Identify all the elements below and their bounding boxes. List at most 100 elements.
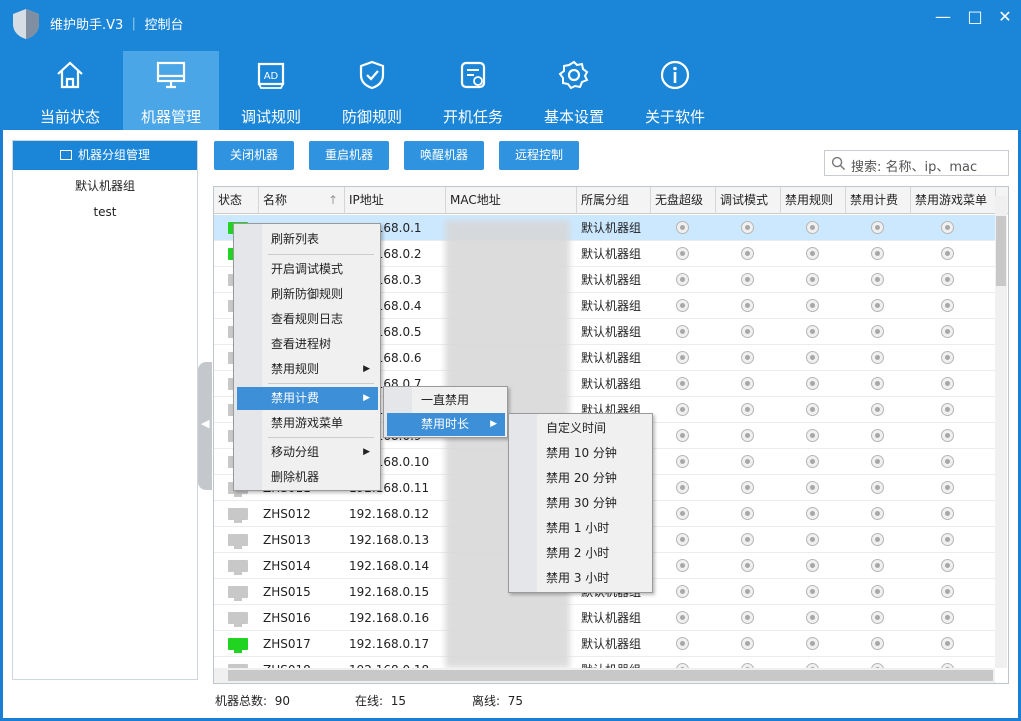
panel-collapse-handle[interactable]: ◀ — [198, 362, 212, 490]
radio-toggle[interactable] — [941, 325, 954, 338]
radio-toggle[interactable] — [941, 299, 954, 312]
radio-toggle[interactable] — [871, 585, 884, 598]
radio-toggle[interactable] — [871, 325, 884, 338]
radio-toggle[interactable] — [941, 533, 954, 546]
radio-toggle[interactable] — [741, 559, 754, 572]
vertical-scrollbar[interactable] — [995, 196, 1007, 668]
radio-toggle[interactable] — [676, 273, 689, 286]
tab-machine-management[interactable]: 机器管理 — [123, 51, 219, 130]
radio-toggle[interactable] — [741, 351, 754, 364]
radio-toggle[interactable] — [806, 429, 819, 442]
menu-disable-2h[interactable]: 禁用 2 小时 — [512, 542, 650, 565]
wake-button[interactable]: 唤醒机器 — [404, 141, 484, 170]
col-header-diskless[interactable]: 无盘超级 — [651, 187, 716, 214]
menu-delete-machine[interactable]: 删除机器 — [237, 466, 378, 489]
minimize-button[interactable]: — — [930, 6, 956, 28]
col-header-ip[interactable]: IP地址 — [345, 187, 446, 214]
menu-refresh-defense[interactable]: 刷新防御规则 — [237, 283, 378, 306]
radio-toggle[interactable] — [871, 429, 884, 442]
radio-toggle[interactable] — [741, 481, 754, 494]
shutdown-button[interactable]: 关闭机器 — [214, 141, 294, 170]
radio-toggle[interactable] — [941, 637, 954, 650]
radio-toggle[interactable] — [806, 221, 819, 234]
radio-toggle[interactable] — [676, 351, 689, 364]
radio-toggle[interactable] — [941, 273, 954, 286]
radio-toggle[interactable] — [941, 247, 954, 260]
radio-toggle[interactable] — [676, 221, 689, 234]
menu-disable-10min[interactable]: 禁用 10 分钟 — [512, 442, 650, 465]
radio-toggle[interactable] — [941, 585, 954, 598]
menu-disable-3h[interactable]: 禁用 3 小时 — [512, 567, 650, 590]
radio-toggle[interactable] — [676, 299, 689, 312]
radio-toggle[interactable] — [676, 507, 689, 520]
radio-toggle[interactable] — [941, 351, 954, 364]
radio-toggle[interactable] — [676, 403, 689, 416]
radio-toggle[interactable] — [806, 455, 819, 468]
radio-toggle[interactable] — [941, 611, 954, 624]
radio-toggle[interactable] — [871, 377, 884, 390]
radio-toggle[interactable] — [741, 325, 754, 338]
radio-toggle[interactable] — [871, 247, 884, 260]
radio-toggle[interactable] — [741, 507, 754, 520]
radio-toggle[interactable] — [871, 611, 884, 624]
radio-toggle[interactable] — [741, 533, 754, 546]
radio-toggle[interactable] — [941, 455, 954, 468]
radio-toggle[interactable] — [741, 637, 754, 650]
radio-toggle[interactable] — [941, 377, 954, 390]
radio-toggle[interactable] — [941, 507, 954, 520]
tab-about[interactable]: 关于软件 — [627, 51, 723, 130]
menu-disable-20min[interactable]: 禁用 20 分钟 — [512, 467, 650, 490]
menu-disable-1h[interactable]: 禁用 1 小时 — [512, 517, 650, 540]
radio-toggle[interactable] — [741, 247, 754, 260]
col-header-disable-game-menu[interactable]: 禁用游戏菜单 — [911, 187, 996, 214]
radio-toggle[interactable] — [871, 559, 884, 572]
radio-toggle[interactable] — [806, 377, 819, 390]
col-header-debug[interactable]: 调试模式 — [716, 187, 781, 214]
radio-toggle[interactable] — [806, 299, 819, 312]
radio-toggle[interactable] — [741, 611, 754, 624]
col-header-disable-rules[interactable]: 禁用规则 — [781, 187, 846, 214]
radio-toggle[interactable] — [806, 585, 819, 598]
scroll-thumb[interactable] — [996, 216, 1006, 286]
radio-toggle[interactable] — [941, 559, 954, 572]
radio-toggle[interactable] — [676, 533, 689, 546]
restart-button[interactable]: 重启机器 — [309, 141, 389, 170]
menu-disable-30min[interactable]: 禁用 30 分钟 — [512, 492, 650, 515]
radio-toggle[interactable] — [806, 637, 819, 650]
radio-toggle[interactable] — [871, 481, 884, 494]
radio-toggle[interactable] — [941, 403, 954, 416]
tab-boot-tasks[interactable]: 开机任务 — [425, 51, 521, 130]
scroll-thumb[interactable] — [228, 670, 993, 681]
search-input[interactable]: 搜索: 名称、ip、mac — [824, 150, 1009, 176]
remote-control-button[interactable]: 远程控制 — [499, 141, 579, 170]
radio-toggle[interactable] — [871, 351, 884, 364]
table-row[interactable]: ZHS016 192.168.0.16 默认机器组 — [214, 605, 996, 631]
col-header-group[interactable]: 所属分组 — [577, 187, 651, 214]
radio-toggle[interactable] — [741, 403, 754, 416]
menu-view-process-tree[interactable]: 查看进程树 — [237, 333, 378, 356]
radio-toggle[interactable] — [676, 325, 689, 338]
radio-toggle[interactable] — [741, 455, 754, 468]
col-header-mac[interactable]: MAC地址 — [446, 187, 577, 214]
close-button[interactable]: ✕ — [992, 6, 1018, 28]
tab-debug-rules[interactable]: AD 调试规则 — [223, 51, 319, 130]
group-item-test[interactable]: test — [13, 196, 197, 228]
col-header-disable-billing[interactable]: 禁用计费 — [846, 187, 911, 214]
maximize-button[interactable]: □ — [962, 6, 988, 28]
radio-toggle[interactable] — [871, 299, 884, 312]
radio-toggle[interactable] — [741, 221, 754, 234]
radio-toggle[interactable] — [871, 221, 884, 234]
radio-toggle[interactable] — [741, 273, 754, 286]
menu-view-rule-log[interactable]: 查看规则日志 — [237, 308, 378, 331]
radio-toggle[interactable] — [806, 273, 819, 286]
radio-toggle[interactable] — [676, 559, 689, 572]
tab-basic-settings[interactable]: 基本设置 — [526, 51, 622, 130]
radio-toggle[interactable] — [741, 377, 754, 390]
radio-toggle[interactable] — [676, 585, 689, 598]
menu-refresh-list[interactable]: 刷新列表 — [237, 228, 378, 251]
table-row[interactable]: ZHS017 192.168.0.17 默认机器组 — [214, 631, 996, 657]
radio-toggle[interactable] — [871, 403, 884, 416]
radio-toggle[interactable] — [941, 481, 954, 494]
radio-toggle[interactable] — [676, 377, 689, 390]
radio-toggle[interactable] — [806, 481, 819, 494]
